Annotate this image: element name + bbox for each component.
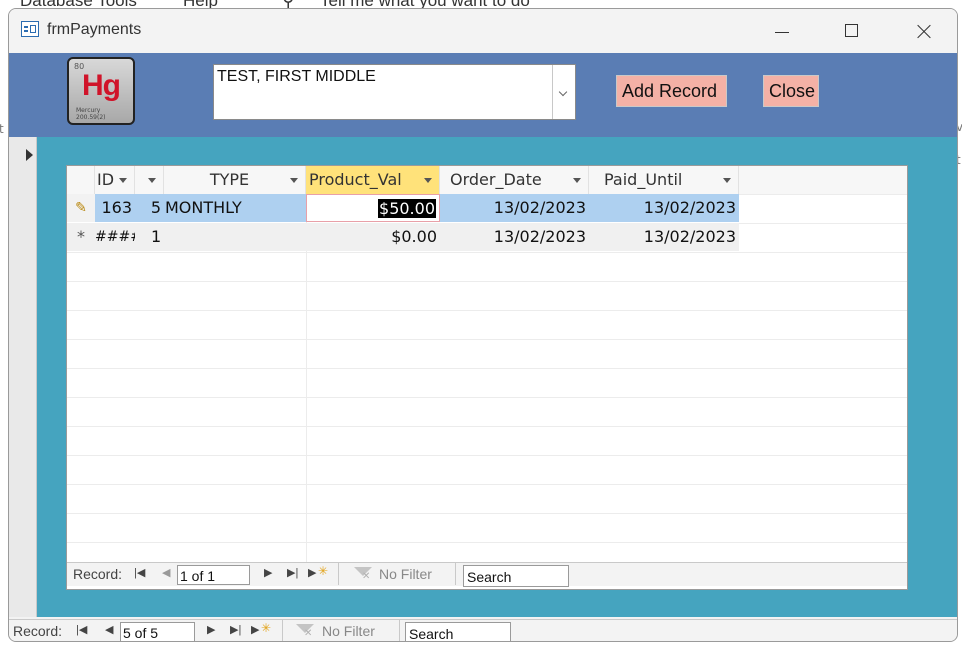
table-row-new[interactable]: * #### 1 $0.00 13/02/2023 13/02/2023 <box>67 223 907 251</box>
column-header-id[interactable]: ID <box>95 166 135 194</box>
search-input[interactable]: Search <box>405 622 511 641</box>
select-all-corner[interactable] <box>67 166 95 194</box>
record-label: Record: <box>73 566 123 582</box>
column-header-type[interactable]: TYPE <box>164 166 306 194</box>
header-filler <box>739 166 907 194</box>
title-bar[interactable]: frmPayments <box>9 9 957 53</box>
maximize-icon[interactable] <box>824 9 880 53</box>
current-record-arrow-icon <box>26 149 33 161</box>
form-record-selector[interactable] <box>9 137 37 617</box>
search-input[interactable]: Search <box>463 565 569 587</box>
record-label: Record: <box>13 623 63 639</box>
form-window: frmPayments 80 Hg Mercury 200.59(2) TEST… <box>8 8 958 642</box>
form-header: 80 Hg Mercury 200.59(2) TEST, FIRST MIDD… <box>9 53 957 137</box>
mercury-logo: 80 Hg Mercury 200.59(2) <box>67 57 135 125</box>
first-record-icon[interactable]: |◀ <box>76 623 87 636</box>
next-record-icon[interactable]: ▶ <box>264 566 272 579</box>
last-record-icon[interactable]: ▶| <box>230 623 241 636</box>
cell-id[interactable]: #### <box>95 223 135 251</box>
logo-atomic-mass: 200.59(2) <box>76 114 106 121</box>
cell-order-date[interactable]: 13/02/2023 <box>440 194 589 222</box>
column-header-product-val[interactable]: Product_Val <box>306 166 440 194</box>
cell-paid-until[interactable]: 13/02/2023 <box>589 223 739 251</box>
previous-record-icon[interactable]: ◀ <box>162 566 170 579</box>
column-dropdown-icon[interactable] <box>290 178 298 183</box>
cell-type[interactable] <box>164 223 306 251</box>
cell-order-date[interactable]: 13/02/2023 <box>440 223 589 251</box>
logo-element-name: Mercury <box>76 107 101 114</box>
last-record-icon[interactable]: ▶| <box>287 566 298 579</box>
payments-subform: ID TYPE Product_Val Order_Date Paid_Unti… <box>66 165 908 590</box>
customer-combo-value[interactable]: TEST, FIRST MIDDLE <box>217 68 376 86</box>
new-record-nav-icon[interactable]: ▶ <box>308 566 316 579</box>
first-record-icon[interactable]: |◀ <box>134 566 145 579</box>
form-record-navigation: Record: |◀ ◀ 5 of 5 ▶ ▶| ▶ ✳ No Filter S… <box>9 619 957 641</box>
column-dropdown-icon[interactable] <box>723 178 731 183</box>
column-dropdown-icon[interactable] <box>424 178 432 183</box>
chevron-down-icon[interactable] <box>552 65 575 119</box>
current-record-field[interactable]: 1 of 1 <box>177 565 250 585</box>
cell-paid-until[interactable]: 13/02/2023 <box>589 194 739 222</box>
minimize-icon[interactable] <box>753 9 809 53</box>
cell-product-val[interactable]: $0.00 <box>306 223 440 251</box>
table-row[interactable]: ✎ 163 5 MONTHLY $50.00 13/02/2023 13/02/… <box>67 194 907 222</box>
datasheet-header-row: ID TYPE Product_Val Order_Date Paid_Unti… <box>67 166 907 194</box>
logo-symbol: Hg <box>82 69 121 102</box>
current-record-field[interactable]: 5 of 5 <box>120 622 195 641</box>
no-filter-button[interactable]: No Filter <box>322 623 375 639</box>
new-record-nav-icon[interactable]: ▶ <box>251 623 259 636</box>
column-dropdown-icon[interactable] <box>119 178 127 183</box>
form-icon <box>21 21 39 37</box>
column-header-order-date[interactable]: Order_Date <box>440 166 589 194</box>
selected-text: $50.00 <box>378 199 436 218</box>
pencil-icon[interactable]: ✎ <box>67 194 95 222</box>
subform-record-navigation: Record: |◀ ◀ 1 of 1 ▶ ▶| ▶ ✳ No Filter S… <box>67 562 907 587</box>
close-button[interactable]: Close <box>763 75 819 107</box>
next-record-icon[interactable]: ▶ <box>207 623 215 636</box>
column-header-paid-until[interactable]: Paid_Until <box>589 166 739 194</box>
column-dropdown-icon[interactable] <box>148 178 156 183</box>
customer-combo-box[interactable]: TEST, FIRST MIDDLE <box>213 64 576 120</box>
close-window-icon[interactable] <box>895 9 951 53</box>
cell-col2[interactable]: 1 <box>135 223 164 251</box>
cell-col2[interactable]: 5 <box>135 194 164 222</box>
cell-product-val[interactable]: $50.00 <box>306 194 440 222</box>
cell-id[interactable]: 163 <box>95 194 135 222</box>
new-record-icon[interactable]: * <box>67 223 95 251</box>
window-title: frmPayments <box>47 21 142 38</box>
background-left-edge: t <box>0 122 4 136</box>
add-record-button[interactable]: Add Record <box>616 75 727 107</box>
new-record-star-icon: ✳ <box>261 621 272 635</box>
previous-record-icon[interactable]: ◀ <box>105 623 113 636</box>
column-header-2[interactable] <box>135 166 164 194</box>
form-detail: ID TYPE Product_Val Order_Date Paid_Unti… <box>9 137 957 617</box>
filter-icon <box>354 567 374 583</box>
column-dropdown-icon[interactable] <box>573 178 581 183</box>
cell-type[interactable]: MONTHLY <box>164 194 306 222</box>
new-record-star-icon: ✳ <box>318 564 329 578</box>
no-filter-button[interactable]: No Filter <box>379 566 432 582</box>
filter-icon <box>296 624 316 640</box>
